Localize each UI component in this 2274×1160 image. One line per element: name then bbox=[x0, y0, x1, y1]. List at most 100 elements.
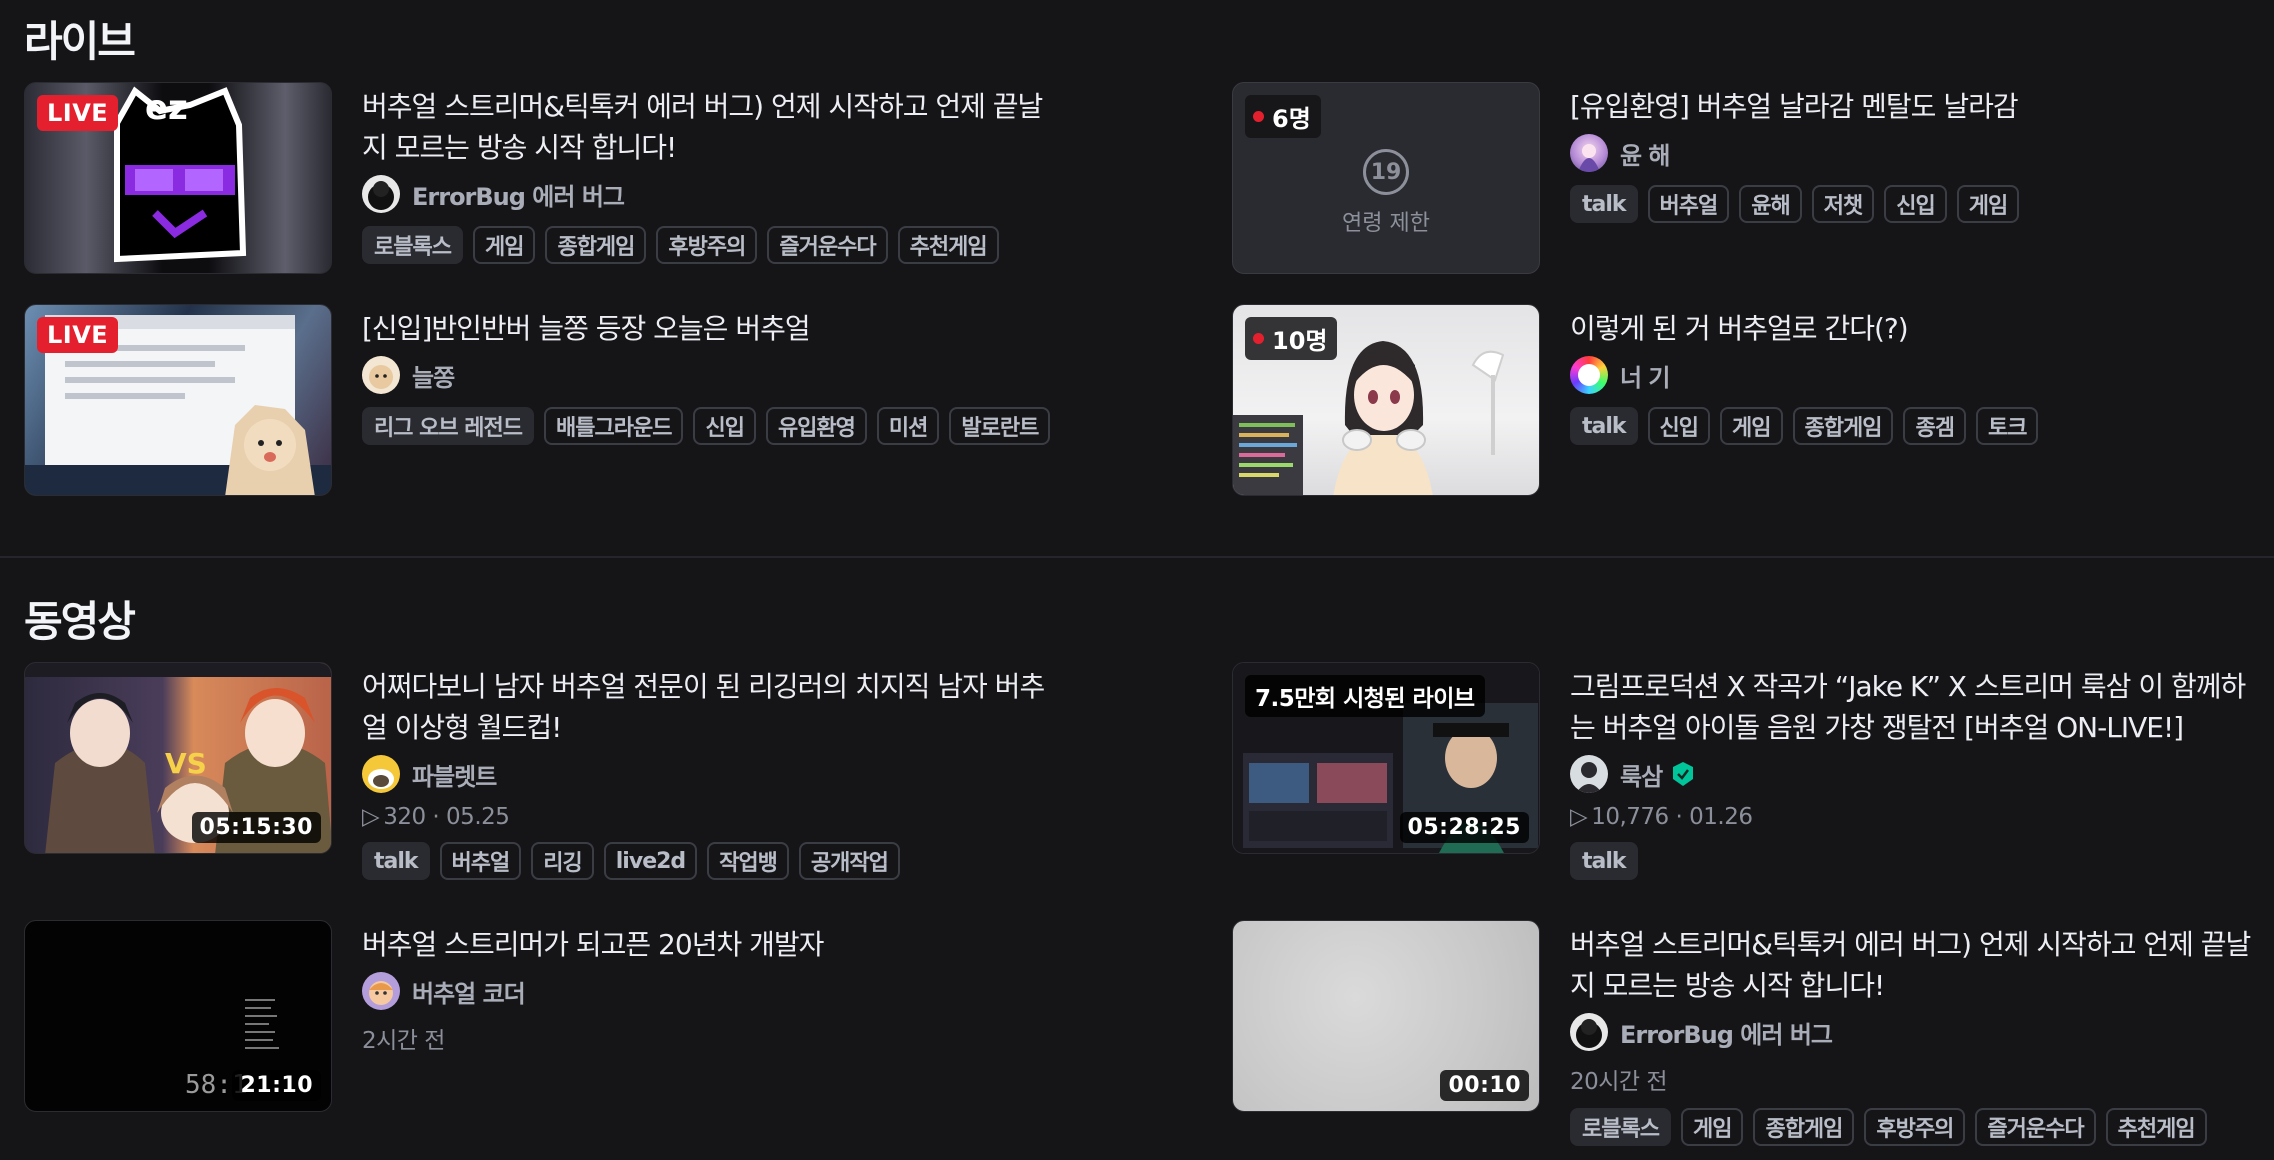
tag[interactable]: 종합게임 bbox=[545, 226, 647, 264]
channel-row[interactable]: 윤 해 bbox=[1570, 133, 2270, 173]
tag[interactable]: 게임 bbox=[1956, 185, 2020, 223]
video-thumbnail[interactable]: 7.5만회 시청된 라이브 05:28:25 bbox=[1232, 662, 1540, 854]
video-card[interactable]: 7.5만회 시청된 라이브 05:28:25 그림프로덕션 X 작곡가 “Jak… bbox=[1232, 662, 2274, 880]
time-ago: 2시간 전 bbox=[362, 1028, 445, 1054]
tag[interactable]: 토크 bbox=[1975, 407, 2039, 445]
tag[interactable]: 신입 bbox=[1647, 407, 1711, 445]
upload-date: 01.26 bbox=[1689, 804, 1753, 830]
video-meta: 20시간 전 bbox=[1570, 1062, 2270, 1096]
tag[interactable]: 유입환영 bbox=[765, 407, 867, 445]
svg-text:ez: ez bbox=[145, 88, 188, 128]
channel-row[interactable]: 파블렛트 bbox=[362, 754, 1062, 794]
channel-avatar[interactable] bbox=[362, 175, 400, 213]
live-card[interactable]: ez LIVE 버추얼 스트리머&틱톡커 에러 버그) 언제 시작하고 언제 끝… bbox=[24, 82, 1084, 274]
tag[interactable]: 추천게임 bbox=[897, 226, 999, 264]
video-thumbnail[interactable]: 58:1 21:10 bbox=[24, 920, 332, 1112]
upload-date: 05.25 bbox=[446, 804, 510, 830]
tag[interactable]: 게임 bbox=[1680, 1108, 1744, 1146]
tag[interactable]: live2d bbox=[603, 842, 698, 880]
tag[interactable]: 종합게임 bbox=[1792, 407, 1894, 445]
card-info: 이렇게 된 거 버추얼로 간다(?) 너 기 talk 신입 게임 종합게임 종… bbox=[1570, 304, 2270, 496]
stream-title[interactable]: 버추얼 스트리머&틱톡커 에러 버그) 언제 시작하고 언제 끝날지 모르는 방… bbox=[362, 86, 1062, 168]
tag[interactable]: 종합게임 bbox=[1753, 1108, 1855, 1146]
stream-title[interactable]: 이렇게 된 거 버추얼로 간다(?) bbox=[1570, 308, 2270, 349]
tag[interactable]: 발로란트 bbox=[949, 407, 1051, 445]
channel-avatar[interactable] bbox=[1570, 1013, 1608, 1051]
channel-row[interactable]: ErrorBug 에러 버그 bbox=[362, 174, 1062, 214]
channel-avatar[interactable] bbox=[362, 356, 400, 394]
channel-name[interactable]: 윤 해 bbox=[1620, 136, 1671, 171]
channel-row[interactable]: 늘쫑 bbox=[362, 355, 1062, 395]
video-title[interactable]: 그림프로덕션 X 작곡가 “Jake K” X 스트리머 룩삼 이 함께하는 버… bbox=[1570, 666, 2270, 748]
tag[interactable]: 게임 bbox=[472, 226, 536, 264]
tag[interactable]: 종겜 bbox=[1903, 407, 1966, 445]
tag[interactable]: 추천게임 bbox=[2105, 1108, 2207, 1146]
tag[interactable]: 즐거운수다 bbox=[767, 226, 888, 264]
tag-list: 리그 오브 레전드 배틀그라운드 신입 유입환영 미션 발로란트 bbox=[362, 407, 1062, 445]
channel-avatar[interactable] bbox=[1570, 134, 1608, 172]
live-thumbnail[interactable]: LIVE bbox=[24, 304, 332, 496]
tag[interactable]: 저챗 bbox=[1811, 185, 1875, 223]
channel-avatar[interactable] bbox=[362, 972, 400, 1010]
channel-name[interactable]: 파블렛트 bbox=[412, 757, 497, 792]
channel-name[interactable]: 너 기 bbox=[1620, 358, 1671, 393]
channel-row[interactable]: ErrorBug 에러 버그 bbox=[1570, 1012, 2270, 1052]
tag[interactable]: 미션 bbox=[876, 407, 940, 445]
tag[interactable]: 신입 bbox=[1884, 185, 1947, 223]
meta-separator: · bbox=[425, 804, 447, 830]
channel-name[interactable]: 버추얼 코더 bbox=[412, 974, 526, 1009]
viewer-count: 10명 bbox=[1272, 327, 1328, 355]
section-title-videos: 동영상 bbox=[24, 597, 136, 646]
viewer-count-badge: 10명 bbox=[1245, 317, 1338, 360]
video-card[interactable]: 00:10 버추얼 스트리머&틱톡커 에러 버그) 언제 시작하고 언제 끝날지… bbox=[1232, 920, 2274, 1146]
stream-title[interactable]: [신입]반인반버 늘쫑 등장 오늘은 버추얼 bbox=[362, 308, 1062, 349]
video-title[interactable]: 어쩌다보니 남자 버추얼 전문이 된 리깅러의 치지직 남자 버추얼 이상형 월… bbox=[362, 666, 1062, 748]
channel-avatar[interactable] bbox=[1570, 356, 1608, 394]
tag[interactable]: 리그 오브 레전드 bbox=[362, 407, 534, 445]
stream-title[interactable]: [유입환영] 버추얼 날라감 멘탈도 날라감 bbox=[1570, 86, 2270, 127]
tag[interactable]: 윤해 bbox=[1739, 185, 1802, 223]
video-card[interactable]: VS 05:15:30 어쩌다보니 남자 버추얼 전문이 된 리깅러의 치지직 … bbox=[24, 662, 1084, 880]
channel-avatar[interactable] bbox=[362, 755, 400, 793]
tag[interactable]: 신입 bbox=[693, 407, 756, 445]
channel-avatar[interactable] bbox=[1570, 755, 1608, 793]
tag[interactable]: 배틀그라운드 bbox=[544, 407, 684, 445]
live-thumbnail[interactable]: ez LIVE bbox=[24, 82, 332, 274]
channel-name[interactable]: 늘쫑 bbox=[412, 358, 455, 393]
tag[interactable]: 버추얼 bbox=[1647, 185, 1730, 223]
tag[interactable]: 게임 bbox=[1720, 407, 1783, 445]
live-card[interactable]: 6명 19 연령 제한 [유입환영] 버추얼 날라감 멘탈도 날라감 윤 해 t… bbox=[1232, 82, 2274, 274]
tag[interactable]: 즐거운수다 bbox=[1975, 1108, 2096, 1146]
tag-list: talk bbox=[1570, 842, 2270, 880]
channel-row[interactable]: 룩삼 bbox=[1570, 754, 2270, 794]
channel-row[interactable]: 버추얼 코더 bbox=[362, 971, 1062, 1011]
tag[interactable]: talk bbox=[1570, 842, 1638, 880]
tag[interactable]: 공개작업 bbox=[798, 842, 900, 880]
tag[interactable]: talk bbox=[1570, 185, 1638, 223]
channel-name[interactable]: ErrorBug 에러 버그 bbox=[1620, 1015, 1833, 1050]
viewer-count-badge: 6명 bbox=[1245, 95, 1321, 138]
tag[interactable]: talk bbox=[1570, 407, 1638, 445]
tag-list: talk 버추얼 윤해 저챗 신입 게임 bbox=[1570, 185, 2270, 223]
tag[interactable]: 로블록스 bbox=[1570, 1108, 1671, 1146]
channel-row[interactable]: 너 기 bbox=[1570, 355, 2270, 395]
tag[interactable]: 리깅 bbox=[531, 842, 594, 880]
section-divider bbox=[0, 556, 2274, 558]
live-card[interactable]: 10명 이렇게 된 거 버추얼로 간다(?) 너 기 talk 신입 게임 종합… bbox=[1232, 304, 2274, 496]
age-restricted-thumbnail[interactable]: 6명 19 연령 제한 bbox=[1232, 82, 1540, 274]
tag[interactable]: 버추얼 bbox=[439, 842, 522, 880]
channel-name[interactable]: 룩삼 bbox=[1620, 757, 1663, 792]
tag[interactable]: 로블록스 bbox=[362, 226, 463, 264]
video-thumbnail[interactable]: VS 05:15:30 bbox=[24, 662, 332, 854]
channel-name[interactable]: ErrorBug 에러 버그 bbox=[412, 177, 625, 212]
live-thumbnail[interactable]: 10명 bbox=[1232, 304, 1540, 496]
video-title[interactable]: 버추얼 스트리머&틱톡커 에러 버그) 언제 시작하고 언제 끝날지 모르는 방… bbox=[1570, 924, 2270, 1006]
live-card[interactable]: LIVE [신입]반인반버 늘쫑 등장 오늘은 버추얼 늘쫑 리그 오브 레전드… bbox=[24, 304, 1084, 496]
tag[interactable]: 후방주의 bbox=[656, 226, 758, 264]
video-thumbnail[interactable]: 00:10 bbox=[1232, 920, 1540, 1112]
tag[interactable]: 작업뱅 bbox=[707, 842, 789, 880]
video-title[interactable]: 버추얼 스트리머가 되고픈 20년차 개발자 bbox=[362, 924, 1062, 965]
video-card[interactable]: 58:1 21:10 버추얼 스트리머가 되고픈 20년차 개발자 버추얼 코더… bbox=[24, 920, 1084, 1112]
tag[interactable]: 후방주의 bbox=[1864, 1108, 1966, 1146]
tag[interactable]: talk bbox=[362, 842, 430, 880]
